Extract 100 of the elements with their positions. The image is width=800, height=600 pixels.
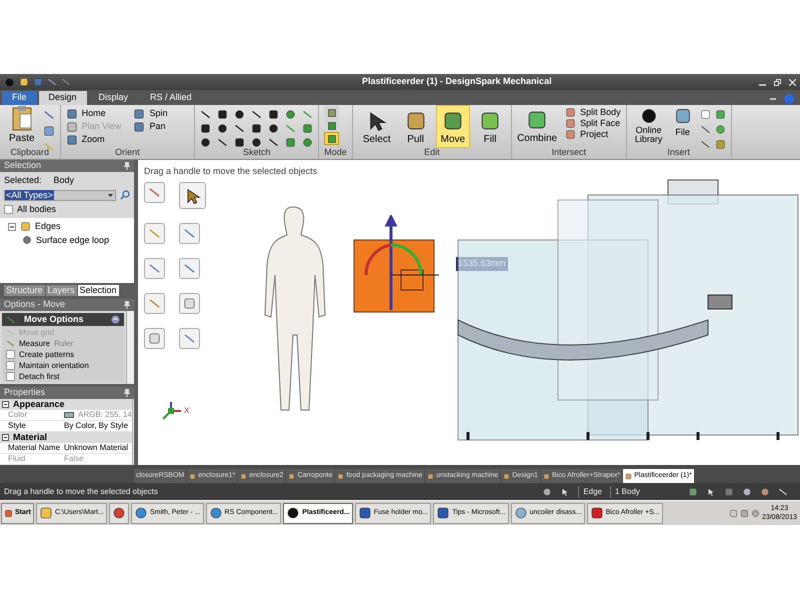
sketch-tool-icon <box>268 123 280 134</box>
panel-tab[interactable]: Selection <box>78 285 119 296</box>
edit-tool-button[interactable]: Fill <box>474 105 506 148</box>
sketch-tool-icon <box>217 137 228 148</box>
document-icon <box>503 472 510 480</box>
orient-tool[interactable]: Home <box>66 107 122 120</box>
axis-triad-icon <box>160 400 182 422</box>
handle-tool-button[interactable] <box>144 293 165 314</box>
handle-tool-button[interactable] <box>179 258 200 279</box>
app-icon <box>112 506 126 520</box>
file-button[interactable]: File <box>674 105 692 140</box>
document-icon <box>542 472 550 480</box>
document-icon <box>625 472 632 480</box>
handle-tool-button[interactable] <box>179 293 200 314</box>
handle-tool-button[interactable] <box>144 328 165 349</box>
ribbon-tab[interactable]: RS / Allied <box>140 91 202 105</box>
app-icon <box>358 506 372 520</box>
move-options-header: Move Options <box>2 313 124 326</box>
orient-tool[interactable]: Pan <box>133 120 190 133</box>
handle-tool-button[interactable] <box>179 328 200 349</box>
combine-button[interactable]: Combine <box>517 105 558 146</box>
viewport-hint: Drag a handle to move the selected objects <box>144 165 318 178</box>
app-icon <box>286 506 300 520</box>
selected-value: Body <box>54 174 74 187</box>
checkbox-label: Detach first <box>19 371 60 382</box>
paste-button[interactable]: Paste <box>5 105 39 146</box>
collapse-icon[interactable] <box>2 401 9 408</box>
tree-toggle[interactable] <box>8 222 16 231</box>
property-value: By Color, By Style <box>64 421 130 431</box>
orient-tool[interactable]: Zoom <box>66 133 122 146</box>
checkbox[interactable] <box>6 372 15 381</box>
sketch-tool-icon <box>234 123 246 134</box>
tool-icon <box>148 297 161 310</box>
tool-icon <box>404 110 427 132</box>
tree-item[interactable]: Edges <box>35 220 61 234</box>
tool-icon <box>183 297 196 310</box>
intersect-tool[interactable]: Split Body <box>565 107 621 118</box>
view-icon <box>66 134 78 146</box>
tool-icon <box>479 110 502 132</box>
taskbar-button[interactable] <box>108 502 129 524</box>
sketch-tool-icon <box>251 109 262 120</box>
type-filter-dropdown[interactable]: <All Types> <box>4 190 116 200</box>
sketch-tool-icon <box>217 109 228 120</box>
collapse-icon[interactable] <box>111 315 120 324</box>
restore-icon[interactable] <box>774 78 781 86</box>
ribbon-tab[interactable]: Display <box>88 91 138 105</box>
document-icon <box>240 472 248 480</box>
tool-icon <box>148 332 161 345</box>
ribbon-tab[interactable]: Design <box>38 91 87 105</box>
handle-tool-button[interactable] <box>144 182 165 203</box>
ribbon-tab[interactable]: File <box>2 91 37 105</box>
sketch-tool-icon <box>268 109 280 120</box>
panel-title-bar: Options - Move <box>0 299 134 311</box>
edit-tool-button[interactable]: Pull <box>400 105 432 148</box>
intersect-tool[interactable]: Project <box>565 129 621 140</box>
sketch-tool-icon <box>285 137 296 148</box>
checkbox-label: Create patterns <box>19 349 74 360</box>
selection-filter[interactable]: Edge <box>578 486 602 498</box>
close-icon[interactable] <box>789 78 796 86</box>
mode-toggle[interactable] <box>324 132 340 145</box>
tree-item[interactable]: Surface edge loop <box>36 234 110 247</box>
property-value: False <box>64 454 85 464</box>
app-icon <box>208 506 223 520</box>
caret-icon <box>108 194 113 196</box>
view-icon <box>133 108 146 120</box>
handle-tool-button[interactable] <box>144 223 165 244</box>
minimize-ribbon-icon[interactable] <box>770 96 776 102</box>
status-message: Drag a handle to move the selected objects <box>4 486 158 498</box>
app-icon <box>590 506 604 520</box>
selected-label: Selected: <box>4 174 42 187</box>
sketch-tool-icon <box>285 109 296 120</box>
checkbox[interactable] <box>6 361 15 370</box>
edit-tool-button[interactable]: Select <box>358 105 396 148</box>
property-name: Fluid <box>7 454 26 464</box>
sketch-tool-icon <box>200 123 212 134</box>
property-name: Material Name <box>7 443 62 453</box>
collapse-icon[interactable] <box>2 434 9 441</box>
document-icon <box>288 472 296 480</box>
scrollbar[interactable] <box>126 311 134 384</box>
handle-tool-button[interactable] <box>179 223 200 244</box>
tool-icon <box>148 227 161 240</box>
ribbon-group-label: Insert <box>666 147 691 159</box>
move-option[interactable]: Measure <box>6 338 50 349</box>
orient-tool[interactable]: Spin <box>133 107 190 120</box>
checkbox[interactable] <box>6 350 15 359</box>
mode-toggle[interactable] <box>324 119 340 132</box>
intersect-tool[interactable]: Split Face <box>565 118 621 129</box>
online-library-button[interactable]: Online Library <box>632 105 666 144</box>
edit-tool-button[interactable]: Move <box>436 105 470 148</box>
search-icon[interactable] <box>120 190 130 200</box>
property-value: Unknown Material <box>64 443 130 453</box>
cursor-icon <box>706 486 716 496</box>
ribbon-group-label: Orient <box>114 147 141 159</box>
box-select-icon <box>724 486 734 496</box>
handle-tool-button[interactable] <box>179 182 206 209</box>
ribbon-group-label: Sketch <box>242 147 272 159</box>
handle-tool-button[interactable] <box>144 258 165 279</box>
checkbox[interactable] <box>4 204 13 214</box>
mode-toggle[interactable] <box>324 106 340 119</box>
scrollbar[interactable] <box>132 399 134 465</box>
